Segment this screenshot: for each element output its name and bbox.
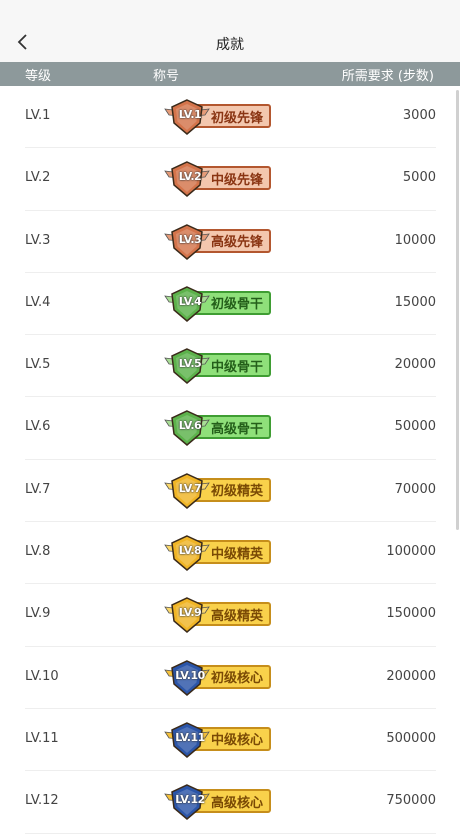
requirement-text: 750000 <box>386 793 436 809</box>
table-row: LV.5 中级骨干 LV.5 20000 <box>25 335 436 398</box>
badge-level-number: LV.5 <box>178 357 202 371</box>
badge-level-number: LV.8 <box>178 544 202 558</box>
table-row: LV.8 中级精英 LV.8 100000 <box>25 522 436 585</box>
scrollbar[interactable] <box>456 90 459 530</box>
achievement-badge: 高级骨干 LV.6 <box>163 409 275 447</box>
table-row: LV.6 高级骨干 LV.6 50000 <box>25 397 436 460</box>
badge-label: 高级精英 <box>210 608 263 624</box>
achievement-badge: 中级骨干 LV.5 <box>163 347 275 385</box>
badge-label: 中级先锋 <box>210 172 263 188</box>
achievement-badge: 初级核心 LV.10 <box>163 659 275 697</box>
badge-level-number: LV.6 <box>178 419 202 433</box>
requirement-text: 70000 <box>394 481 436 497</box>
badge-level-number: LV.7 <box>178 481 202 495</box>
badge-label: 中级骨干 <box>210 359 263 375</box>
badge-label: 初级核心 <box>210 671 263 687</box>
badge-label: 中级核心 <box>210 733 263 749</box>
badge-level-number: LV.12 <box>175 793 205 807</box>
level-text: LV.4 <box>25 294 51 310</box>
page-title: 成就 <box>216 37 244 53</box>
achievement-badge: 中级精英 LV.8 <box>163 534 275 572</box>
badge-level-number: LV.3 <box>178 232 202 246</box>
table-row: LV.10 初级核心 LV.10 200000 <box>25 647 436 709</box>
table-row: LV.12 高级核心 LV.12 750000 <box>25 771 436 834</box>
requirement-text: 500000 <box>386 730 436 746</box>
header-requirement: 所需要求 (步数) <box>341 69 434 84</box>
level-text: LV.12 <box>25 793 59 809</box>
level-text: LV.5 <box>25 357 51 373</box>
level-text: LV.7 <box>25 481 51 497</box>
level-text: LV.6 <box>25 419 51 435</box>
achievement-badge: 高级核心 LV.12 <box>163 783 275 821</box>
requirement-text: 200000 <box>386 668 436 684</box>
requirement-text: 100000 <box>386 544 436 560</box>
table-row: LV.2 中级先锋 LV.2 5000 <box>25 148 436 211</box>
top-bar: 成就 <box>0 0 460 62</box>
requirement-text: 50000 <box>394 419 436 435</box>
table-row: LV.11 中级核心 LV.11 500000 <box>25 709 436 772</box>
achievement-list: LV.1 初级先锋 LV.1 3000 LV.2 中级先锋 LV.2 5000 … <box>0 86 460 834</box>
table-row: LV.3 高级先锋 LV.3 10000 <box>25 211 436 273</box>
level-text: LV.3 <box>25 232 51 248</box>
badge-label: 高级核心 <box>210 795 263 811</box>
badge-level-number: LV.4 <box>178 294 202 308</box>
level-text: LV.2 <box>25 170 51 186</box>
level-text: LV.11 <box>25 730 59 746</box>
achievement-badge: 初级先锋 LV.1 <box>163 98 275 136</box>
level-text: LV.9 <box>25 606 51 622</box>
badge-label: 初级骨干 <box>210 297 263 313</box>
badge-label: 高级骨干 <box>210 421 263 437</box>
table-row: LV.9 高级精英 LV.9 150000 <box>25 584 436 647</box>
achievement-badge: 中级核心 LV.11 <box>163 721 275 759</box>
requirement-text: 3000 <box>402 108 436 123</box>
header-level: 等级 <box>25 69 52 84</box>
badge-level-number: LV.9 <box>178 606 202 620</box>
requirement-text: 10000 <box>394 232 436 248</box>
header-title: 称号 <box>153 69 180 84</box>
badge-label: 高级先锋 <box>210 235 263 251</box>
achievement-badge: 初级精英 LV.7 <box>163 472 275 510</box>
level-text: LV.8 <box>25 544 51 560</box>
badge-label: 初级精英 <box>210 484 263 500</box>
badge-label: 初级先锋 <box>210 110 263 126</box>
achievement-badge: 高级先锋 LV.3 <box>163 223 275 261</box>
badge-level-number: LV.1 <box>178 108 202 121</box>
badge-level-number: LV.10 <box>175 668 205 682</box>
badge-level-number: LV.2 <box>178 170 202 184</box>
requirement-text: 15000 <box>394 294 436 310</box>
level-text: LV.1 <box>25 108 51 123</box>
table-row: LV.1 初级先锋 LV.1 3000 <box>25 86 436 149</box>
badge-level-number: LV.11 <box>175 730 205 744</box>
badge-label: 中级精英 <box>210 546 263 562</box>
achievement-badge: 初级骨干 LV.4 <box>163 285 275 323</box>
level-text: LV.10 <box>25 668 59 684</box>
achievement-badge: 中级先锋 LV.2 <box>163 160 275 198</box>
table-row: LV.7 初级精英 LV.7 70000 <box>25 460 436 523</box>
table-row: LV.4 初级骨干 LV.4 15000 <box>25 273 436 336</box>
requirement-text: 5000 <box>402 170 436 186</box>
table-header: 等级 称号 所需要求 (步数) <box>0 62 460 86</box>
requirement-text: 20000 <box>394 357 436 373</box>
requirement-text: 150000 <box>386 606 436 622</box>
achievement-badge: 高级精英 LV.9 <box>163 596 275 634</box>
